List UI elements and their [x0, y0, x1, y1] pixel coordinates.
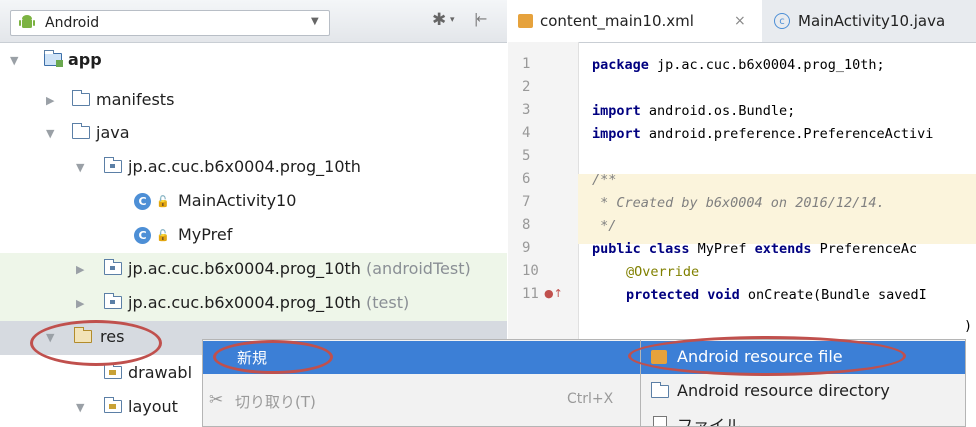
tree-label: drawabl — [128, 363, 193, 382]
chevron-down-icon: ▼ — [311, 16, 319, 27]
line-number: 6 — [522, 171, 531, 187]
collapse-panel-icon[interactable]: |← — [474, 12, 487, 27]
lock-icon: 🔓 — [156, 229, 170, 242]
tree-label: layout — [128, 397, 178, 416]
code-line-tail: ) — [964, 318, 973, 334]
tab-label: content_main10.xml — [540, 12, 694, 30]
folder-icon — [103, 363, 122, 379]
override-marker-icon[interactable]: ●↑ — [544, 287, 563, 300]
line-number: 9 — [522, 240, 531, 256]
code-line: * Created by b6x0004 on 2016/12/14. — [592, 195, 885, 211]
tree-row-mainactivity10[interactable]: C 🔓 MainActivity10 — [0, 185, 507, 219]
line-number: 8 — [522, 217, 531, 233]
close-icon[interactable]: × — [734, 13, 746, 29]
expand-triangle-icon[interactable]: ▼ — [46, 127, 54, 140]
tree-label: java — [96, 123, 130, 142]
line-number: 2 — [522, 79, 531, 95]
menu-shortcut: Ctrl+X — [567, 391, 614, 407]
line-number: 7 — [522, 194, 531, 210]
collapsed-triangle-icon[interactable]: ▶ — [46, 94, 54, 107]
expand-triangle-icon[interactable]: ▼ — [76, 401, 84, 414]
annotation-oval-res — [30, 320, 162, 366]
gear-icon[interactable]: ✱ — [432, 10, 446, 30]
annotation-oval-resource-file — [628, 336, 906, 376]
tree-label: jp.ac.cuc.b6x0004.prog_10th — [128, 157, 361, 176]
android-icon — [19, 15, 35, 28]
line-number: 10 — [522, 263, 539, 279]
scissors-icon: ✂ — [209, 390, 224, 410]
project-panel-header: Android ▼ ✱ ▾ |← — [0, 0, 507, 43]
tree-label: MainActivity10 — [178, 191, 297, 210]
tree-row-package[interactable]: ▼ jp.ac.cuc.b6x0004.prog_10th — [0, 151, 507, 185]
expand-triangle-icon[interactable]: ▼ — [76, 161, 84, 174]
lock-icon: 🔓 — [156, 195, 170, 208]
code-line: @Override — [626, 264, 700, 280]
tree-label: jp.ac.cuc.b6x0004.prog_10th (androidTest… — [128, 259, 471, 278]
view-selector-dropdown[interactable]: Android ▼ — [10, 10, 330, 36]
submenu-item-android-resource-directory[interactable]: Android resource directory — [641, 376, 965, 406]
menu-item-cut[interactable]: 切り取り(T) — [235, 391, 316, 412]
folder-icon — [103, 397, 122, 413]
code-line: public class MyPref extends PreferenceAc — [592, 241, 918, 257]
package-icon — [103, 157, 122, 173]
line-number: 5 — [522, 148, 531, 164]
tree-row-mypref[interactable]: C 🔓 MyPref — [0, 219, 507, 253]
tab-content-main10[interactable]: content_main10.xml × — [508, 0, 762, 42]
line-number: 11 — [522, 286, 539, 302]
tree-label: MyPref — [178, 225, 233, 244]
class-icon: C — [134, 227, 151, 244]
tree-row-app[interactable]: ▼ app — [0, 44, 507, 78]
tree-row-package-test[interactable]: ▶ jp.ac.cuc.b6x0004.prog_10th (test) — [0, 287, 507, 321]
code-line: protected void onCreate(Bundle savedI — [626, 287, 927, 303]
tree-row-java[interactable]: ▼ java — [0, 117, 507, 151]
line-number: 3 — [522, 102, 531, 118]
folder-icon — [650, 382, 669, 398]
code-line: import android.preference.PreferenceActi… — [592, 126, 934, 142]
xml-file-icon — [518, 14, 533, 28]
folder-icon — [71, 123, 90, 139]
expand-triangle-icon[interactable]: ▼ — [10, 54, 18, 67]
code-line: /** — [592, 172, 617, 188]
tree-label: app — [68, 50, 102, 69]
line-number: 4 — [522, 125, 531, 141]
package-icon — [103, 293, 122, 309]
submenu-item-file[interactable]: ファイル — [641, 408, 965, 426]
collapsed-triangle-icon[interactable]: ▶ — [76, 263, 84, 276]
tree-suffix: (test) — [366, 293, 410, 312]
class-icon: C — [134, 193, 151, 210]
folder-icon — [71, 90, 90, 106]
package-icon — [103, 259, 122, 275]
module-folder-icon — [43, 50, 63, 67]
code-line: package jp.ac.cuc.b6x0004.prog_10th; — [592, 57, 885, 73]
menu-item-label: Android resource directory — [677, 381, 890, 400]
code-line: import android.os.Bundle; — [592, 103, 796, 119]
view-selector-label: Android — [45, 15, 100, 31]
tree-row-manifests[interactable]: ▶ manifests — [0, 84, 507, 118]
tab-label: MainActivity10.java — [798, 12, 946, 30]
tab-mainactivity10[interactable]: c MainActivity10.java — [764, 0, 976, 42]
tree-row-package-androidtest[interactable]: ▶ jp.ac.cuc.b6x0004.prog_10th (androidTe… — [0, 253, 507, 287]
tree-suffix: (androidTest) — [366, 259, 471, 278]
class-icon: c — [774, 13, 790, 29]
menu-item-label: ファイル — [677, 416, 742, 426]
editor-tab-bar: content_main10.xml × c MainActivity10.ja… — [508, 0, 976, 43]
line-number: 1 — [522, 56, 531, 72]
tree-label: manifests — [96, 90, 175, 109]
tree-label: jp.ac.cuc.b6x0004.prog_10th (test) — [128, 293, 410, 312]
collapsed-triangle-icon[interactable]: ▶ — [76, 297, 84, 310]
annotation-oval-new — [213, 340, 333, 374]
code-line: */ — [592, 218, 617, 234]
gear-caret-icon: ▾ — [450, 15, 455, 25]
